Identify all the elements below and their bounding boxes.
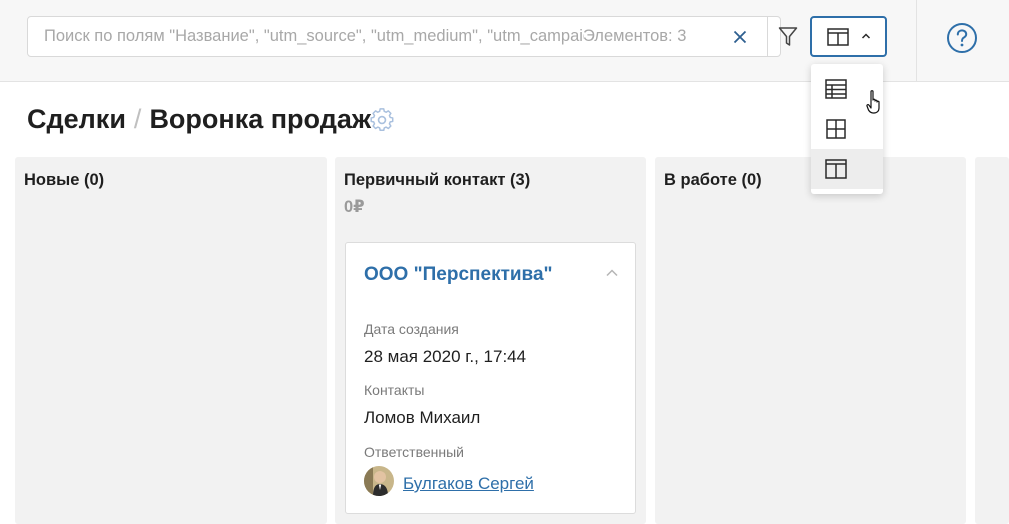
view-option-kanban[interactable]: [811, 149, 883, 189]
responsible-link[interactable]: Булгаков Сергей: [403, 474, 534, 494]
column-sum: 0₽: [344, 198, 365, 216]
column-title: В работе (0): [664, 171, 762, 189]
toolbar-divider: [916, 0, 917, 82]
clear-search-button[interactable]: [728, 25, 752, 49]
table-view-icon: [825, 79, 847, 99]
filter-button[interactable]: [769, 17, 807, 56]
search-box: Элементов: 3: [27, 16, 798, 57]
close-icon: [733, 30, 747, 44]
grid-view-icon: [826, 119, 846, 139]
help-button[interactable]: [946, 22, 978, 54]
contacts-value: Ломов Михаил: [364, 408, 481, 427]
chevron-up-icon[interactable]: [604, 267, 620, 279]
created-date-label: Дата создания: [364, 321, 459, 337]
kanban-column: В работе (0): [655, 157, 966, 524]
kanban-view-icon: [827, 28, 849, 46]
kanban-column: Новые (0): [15, 157, 327, 524]
deal-card[interactable]: ООО "Перспектива" Дата создания 28 мая 2…: [345, 242, 636, 514]
avatar: [364, 466, 394, 496]
contacts-label: Контакты: [364, 382, 425, 398]
view-option-grid[interactable]: [811, 109, 883, 149]
gear-icon[interactable]: [369, 107, 395, 133]
column-title: Первичный контакт (3): [344, 171, 531, 189]
view-mode-button[interactable]: [810, 16, 887, 57]
search-input[interactable]: [44, 17, 584, 56]
column-title: Новые (0): [24, 171, 105, 189]
kanban-view-icon: [825, 159, 847, 179]
help-icon: [947, 23, 977, 53]
created-date-value: 28 мая 2020 г., 17:44: [364, 347, 527, 366]
filter-icon: [778, 27, 798, 46]
responsible-label: Ответственный: [364, 444, 464, 460]
view-mode-menu: [811, 64, 883, 194]
deal-title-link[interactable]: ООО "Перспектива": [364, 264, 553, 286]
breadcrumb: Сделки / Воронка продаж: [27, 104, 371, 136]
page-title: Воронка продаж: [149, 104, 371, 134]
search-result-count: Элементов: 3: [583, 27, 687, 45]
breadcrumb-root[interactable]: Сделки: [27, 104, 126, 134]
breadcrumb-separator: /: [133, 104, 142, 134]
chevron-up-icon: [861, 33, 871, 39]
search-divider: [767, 17, 768, 56]
hand-cursor-icon: [866, 90, 880, 114]
kanban-column: [975, 157, 1009, 524]
